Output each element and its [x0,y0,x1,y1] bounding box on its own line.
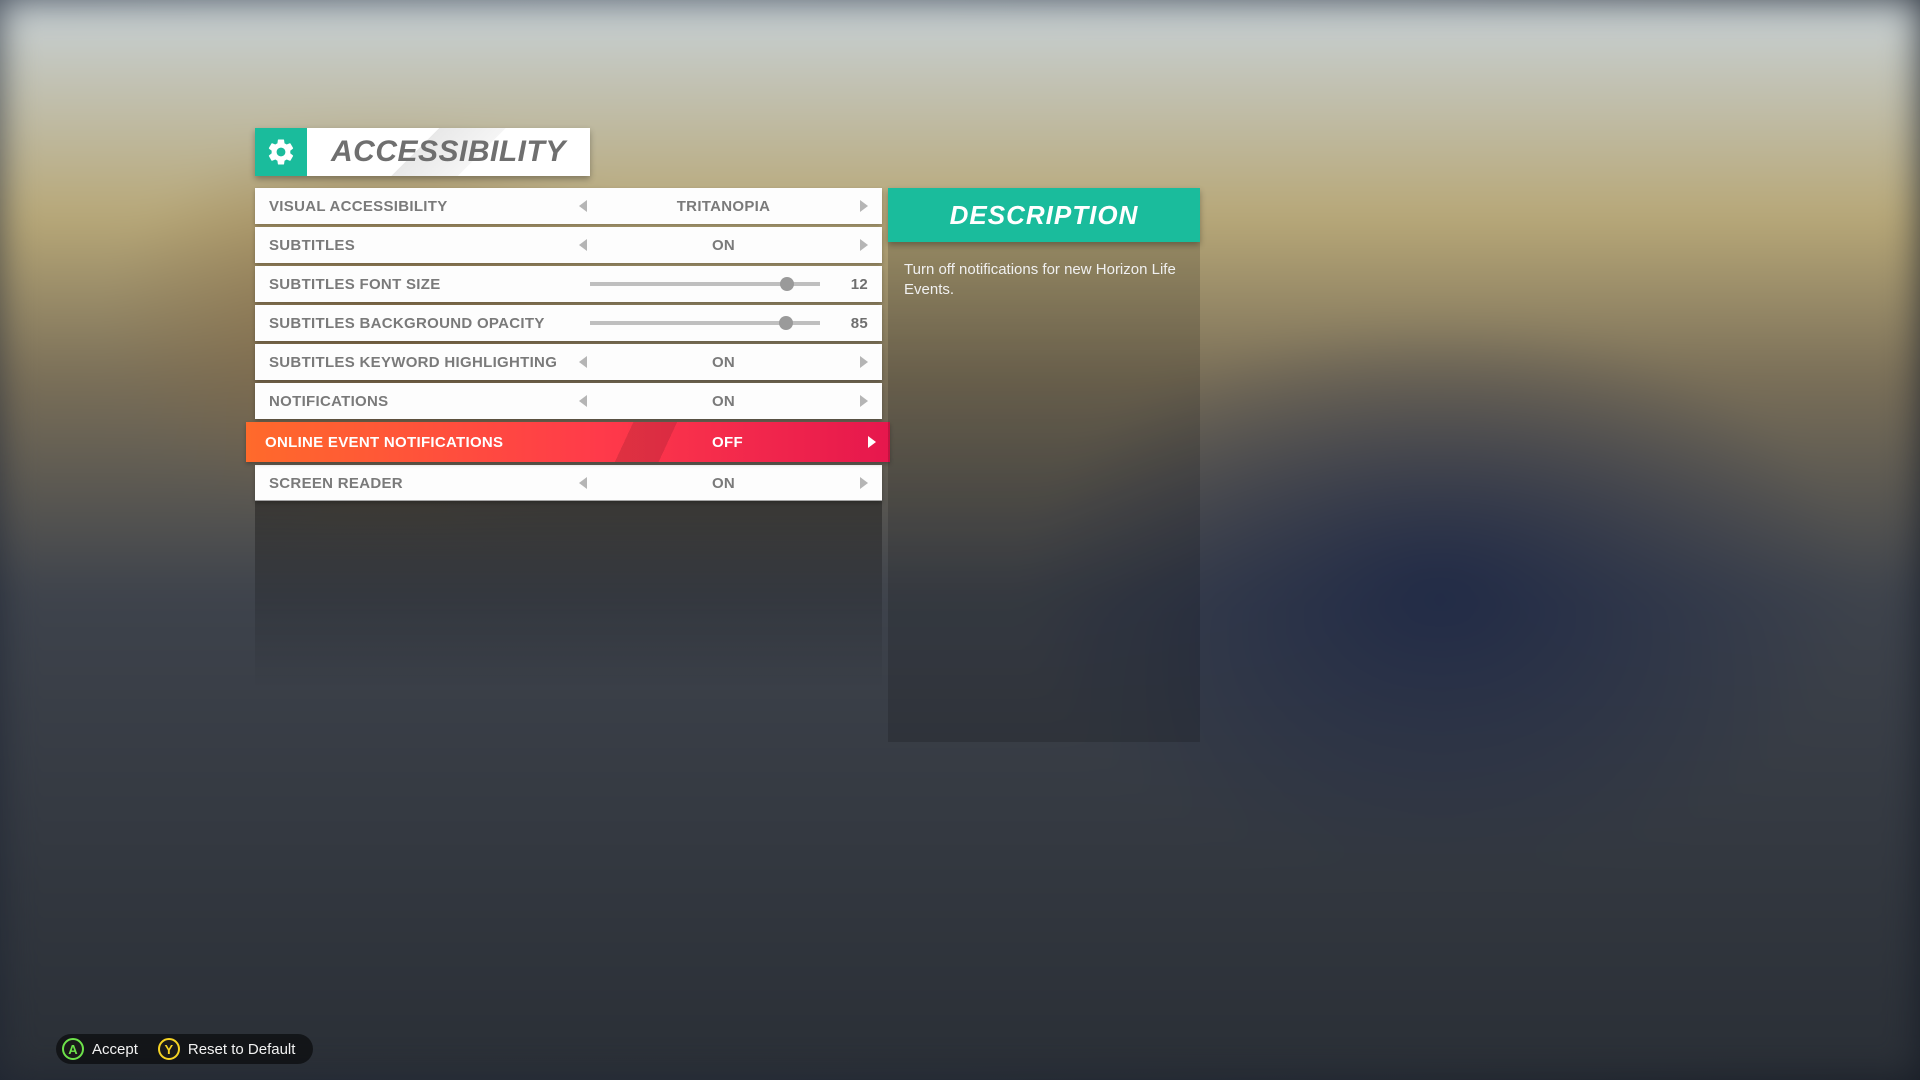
setting-control: OFF [579,434,876,451]
arrow-right-icon[interactable] [860,239,868,251]
setting-row-online-event-notifications[interactable]: ONLINE EVENT NOTIFICATIONS OFF [246,422,890,462]
setting-value: OFF [587,434,868,451]
arrow-right-icon[interactable] [860,477,868,489]
slider-track[interactable] [590,282,820,286]
slider-track[interactable] [590,321,820,325]
slider-thumb[interactable] [779,316,793,330]
description-title: DESCRIPTION [888,188,1200,242]
accept-label: Accept [92,1041,138,1058]
setting-value: ON [587,475,860,492]
setting-row-subtitles-font-size[interactable]: SUBTITLES FONT SIZE 12 [255,266,882,302]
menu-header: ACCESSIBILITY [255,128,590,176]
setting-control: TRITANOPIA [579,198,868,215]
setting-control: 12 [579,276,868,293]
arrow-left-icon[interactable] [579,356,587,368]
arrow-right-icon[interactable] [868,436,876,448]
setting-label: SUBTITLES BACKGROUND OPACITY [269,315,579,332]
arrow-right-icon[interactable] [860,356,868,368]
description-body: Turn off notifications for new Horizon L… [888,242,1200,742]
setting-control: ON [579,475,868,492]
setting-control: ON [579,237,868,254]
setting-control: 85 [579,315,868,332]
accept-hint: A Accept [62,1038,138,1060]
arrow-left-icon[interactable] [579,239,587,251]
a-button-icon: A [62,1038,84,1060]
setting-row-subtitles-keyword-highlighting[interactable]: SUBTITLES KEYWORD HIGHLIGHTING ON [255,344,882,380]
setting-row-subtitles-background-opacity[interactable]: SUBTITLES BACKGROUND OPACITY 85 [255,305,882,341]
setting-row-notifications[interactable]: NOTIFICATIONS ON [255,383,882,419]
setting-label: SUBTITLES [269,237,579,254]
setting-control: ON [579,354,868,371]
slider-value: 12 [828,276,868,293]
arrow-right-icon[interactable] [860,200,868,212]
footer-hints: A Accept Y Reset to Default [56,1034,313,1064]
arrow-left-icon[interactable] [579,477,587,489]
reset-hint: Y Reset to Default [158,1038,296,1060]
slider-value: 85 [828,315,868,332]
setting-value: ON [587,354,860,371]
arrow-left-icon[interactable] [579,200,587,212]
setting-control: ON [579,393,868,410]
setting-row-subtitles[interactable]: SUBTITLES ON [255,227,882,263]
slider-thumb[interactable] [780,277,794,291]
description-panel: DESCRIPTION Turn off notifications for n… [888,188,1200,742]
menu-title: ACCESSIBILITY [307,128,590,176]
setting-value: TRITANOPIA [587,198,860,215]
setting-label: SUBTITLES FONT SIZE [269,276,579,293]
setting-row-visual-accessibility[interactable]: VISUAL ACCESSIBILITY TRITANOPIA [255,188,882,224]
setting-label: ONLINE EVENT NOTIFICATIONS [260,434,579,451]
setting-row-screen-reader[interactable]: SCREEN READER ON [255,465,882,501]
y-button-icon: Y [158,1038,180,1060]
setting-label: SUBTITLES KEYWORD HIGHLIGHTING [269,354,579,371]
setting-label: SCREEN READER [269,475,579,492]
setting-label: NOTIFICATIONS [269,393,579,410]
setting-value: ON [587,393,860,410]
arrow-left-icon[interactable] [579,395,587,407]
gear-icon [255,128,307,176]
arrow-right-icon[interactable] [860,395,868,407]
reset-label: Reset to Default [188,1041,296,1058]
setting-value: ON [587,237,860,254]
setting-label: VISUAL ACCESSIBILITY [269,198,579,215]
